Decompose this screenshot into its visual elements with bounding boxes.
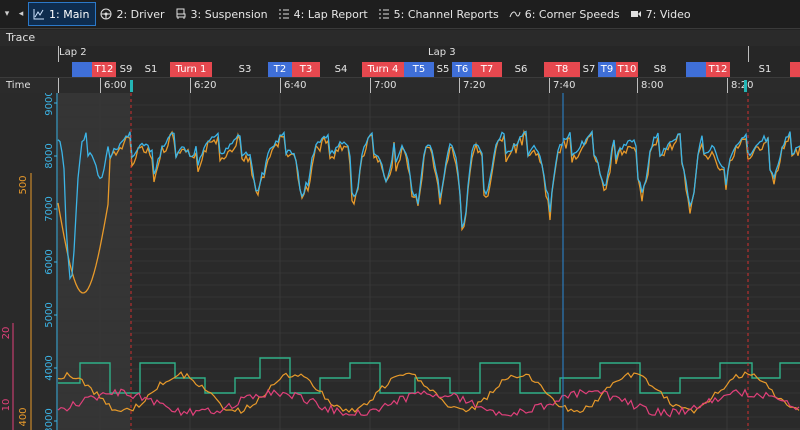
tab-lap-report[interactable]: 4: Lap Report xyxy=(274,3,374,25)
lap-start-marker[interactable] xyxy=(744,80,747,92)
rpm-axis-tick-label: 6000 xyxy=(44,249,55,274)
tab-label: 4: Lap Report xyxy=(293,7,368,21)
tab-label: 7: Video xyxy=(645,7,691,21)
segment[interactable]: S4 xyxy=(330,62,352,77)
list-icon xyxy=(378,9,389,19)
time-tick: 7:20 xyxy=(459,78,485,93)
time-axis-title: Time xyxy=(6,80,31,91)
track-segment-row: T12 S9 S1 Turn 1 S3 T2 T3 S4 Turn 4 T5 S… xyxy=(0,62,800,77)
time-tick: 7:00 xyxy=(370,78,396,93)
curve-icon xyxy=(509,11,521,18)
lap-label: Lap 2 xyxy=(59,47,87,58)
segment[interactable]: S1 xyxy=(756,62,774,77)
tab-label: 2: Driver xyxy=(116,7,165,21)
segment[interactable]: S6 xyxy=(508,62,534,77)
worksheet-tab-bar: ▾ ◂ 1: Main 2: Driver 3: Suspension 4: L… xyxy=(0,0,800,29)
segment[interactable]: T8 xyxy=(544,62,580,77)
segment[interactable]: T2 xyxy=(268,62,292,77)
video-camera-icon xyxy=(630,11,641,17)
segment[interactable]: T6 xyxy=(452,62,472,77)
segment[interactable]: S9 xyxy=(116,62,136,77)
lap-start-marker[interactable] xyxy=(130,80,133,92)
rpm-axis-tick-label: 9000 xyxy=(44,93,55,116)
rpm-axis-tick-label: 3000 xyxy=(44,408,55,430)
tab-label: 6: Corner Speeds xyxy=(524,7,620,21)
time-tick: 6:20 xyxy=(190,78,216,93)
tab-label: 1: Main xyxy=(49,7,90,21)
rpm-axis-tick-label: 5000 xyxy=(44,302,55,327)
speed-axis-tick-label: 500 xyxy=(18,175,29,194)
tab-label: 5: Channel Reports xyxy=(393,7,499,21)
scroll-left-arrow-icon[interactable]: ◂ xyxy=(14,9,28,19)
line-chart-icon xyxy=(33,9,44,20)
segment[interactable]: T3 xyxy=(292,62,320,77)
speed-axis-tick-label: 400 xyxy=(18,407,29,426)
time-axis-start-tick xyxy=(58,78,60,93)
time-tick: 7:40 xyxy=(549,78,575,93)
tab-suspension[interactable]: 3: Suspension xyxy=(171,3,274,25)
segment[interactable]: T10 xyxy=(616,62,638,77)
segment[interactable] xyxy=(686,62,706,77)
steering-wheel-icon xyxy=(100,8,112,20)
segment[interactable]: T5 xyxy=(404,62,434,77)
time-tick: 8:00 xyxy=(637,78,663,93)
trace-plot[interactable]: 9000 8000 7000 6000 5000 4000 3000 500 400 20 10 xyxy=(0,93,800,430)
rpm-axis-tick-label: 8000 xyxy=(44,143,55,168)
time-tick: 8:20 xyxy=(727,78,753,93)
lap-boundary-marker xyxy=(748,46,749,62)
segment[interactable]: T12 xyxy=(706,62,730,77)
seat-icon xyxy=(176,8,186,19)
segment[interactable] xyxy=(72,62,92,77)
tab-main[interactable]: 1: Main xyxy=(28,2,97,26)
lap-row: Lap 2 Lap 3 xyxy=(0,46,800,62)
time-tick: 6:00 xyxy=(100,78,126,93)
lap-label: Lap 3 xyxy=(428,47,456,58)
segment[interactable]: Turn 4 xyxy=(362,62,404,77)
rpm-axis-tick-label: 7000 xyxy=(44,196,55,221)
segment[interactable]: S3 xyxy=(234,62,256,77)
trace-panel-title: Trace xyxy=(0,30,800,46)
segment[interactable]: S5 xyxy=(434,62,452,77)
segment[interactable]: S8 xyxy=(648,62,672,77)
segment[interactable]: T7 xyxy=(472,62,502,77)
tab-channel-reports[interactable]: 5: Channel Reports xyxy=(374,3,505,25)
segment[interactable]: T9 xyxy=(598,62,616,77)
segment[interactable]: T12 xyxy=(92,62,116,77)
rpm-axis-tick-label: 4000 xyxy=(44,355,55,380)
scroll-down-arrow-icon[interactable]: ▾ xyxy=(0,9,14,19)
segment[interactable]: Turn 1 xyxy=(170,62,212,77)
pink-axis-tick-label: 10 xyxy=(1,399,12,412)
tab-corner-speeds[interactable]: 6: Corner Speeds xyxy=(505,3,626,25)
pink-axis-tick-label: 20 xyxy=(1,327,12,340)
segment[interactable] xyxy=(790,62,800,77)
list-icon xyxy=(278,9,289,19)
segment[interactable]: S7 xyxy=(580,62,598,77)
tab-driver[interactable]: 2: Driver xyxy=(96,3,170,25)
time-axis-row: Time 6:00 6:20 6:40 7:00 7:20 7:40 8:00 … xyxy=(0,77,800,94)
tab-video[interactable]: 7: Video xyxy=(626,3,697,25)
tab-label: 3: Suspension xyxy=(190,7,268,21)
segment[interactable]: S1 xyxy=(140,62,162,77)
time-tick: 6:40 xyxy=(280,78,306,93)
